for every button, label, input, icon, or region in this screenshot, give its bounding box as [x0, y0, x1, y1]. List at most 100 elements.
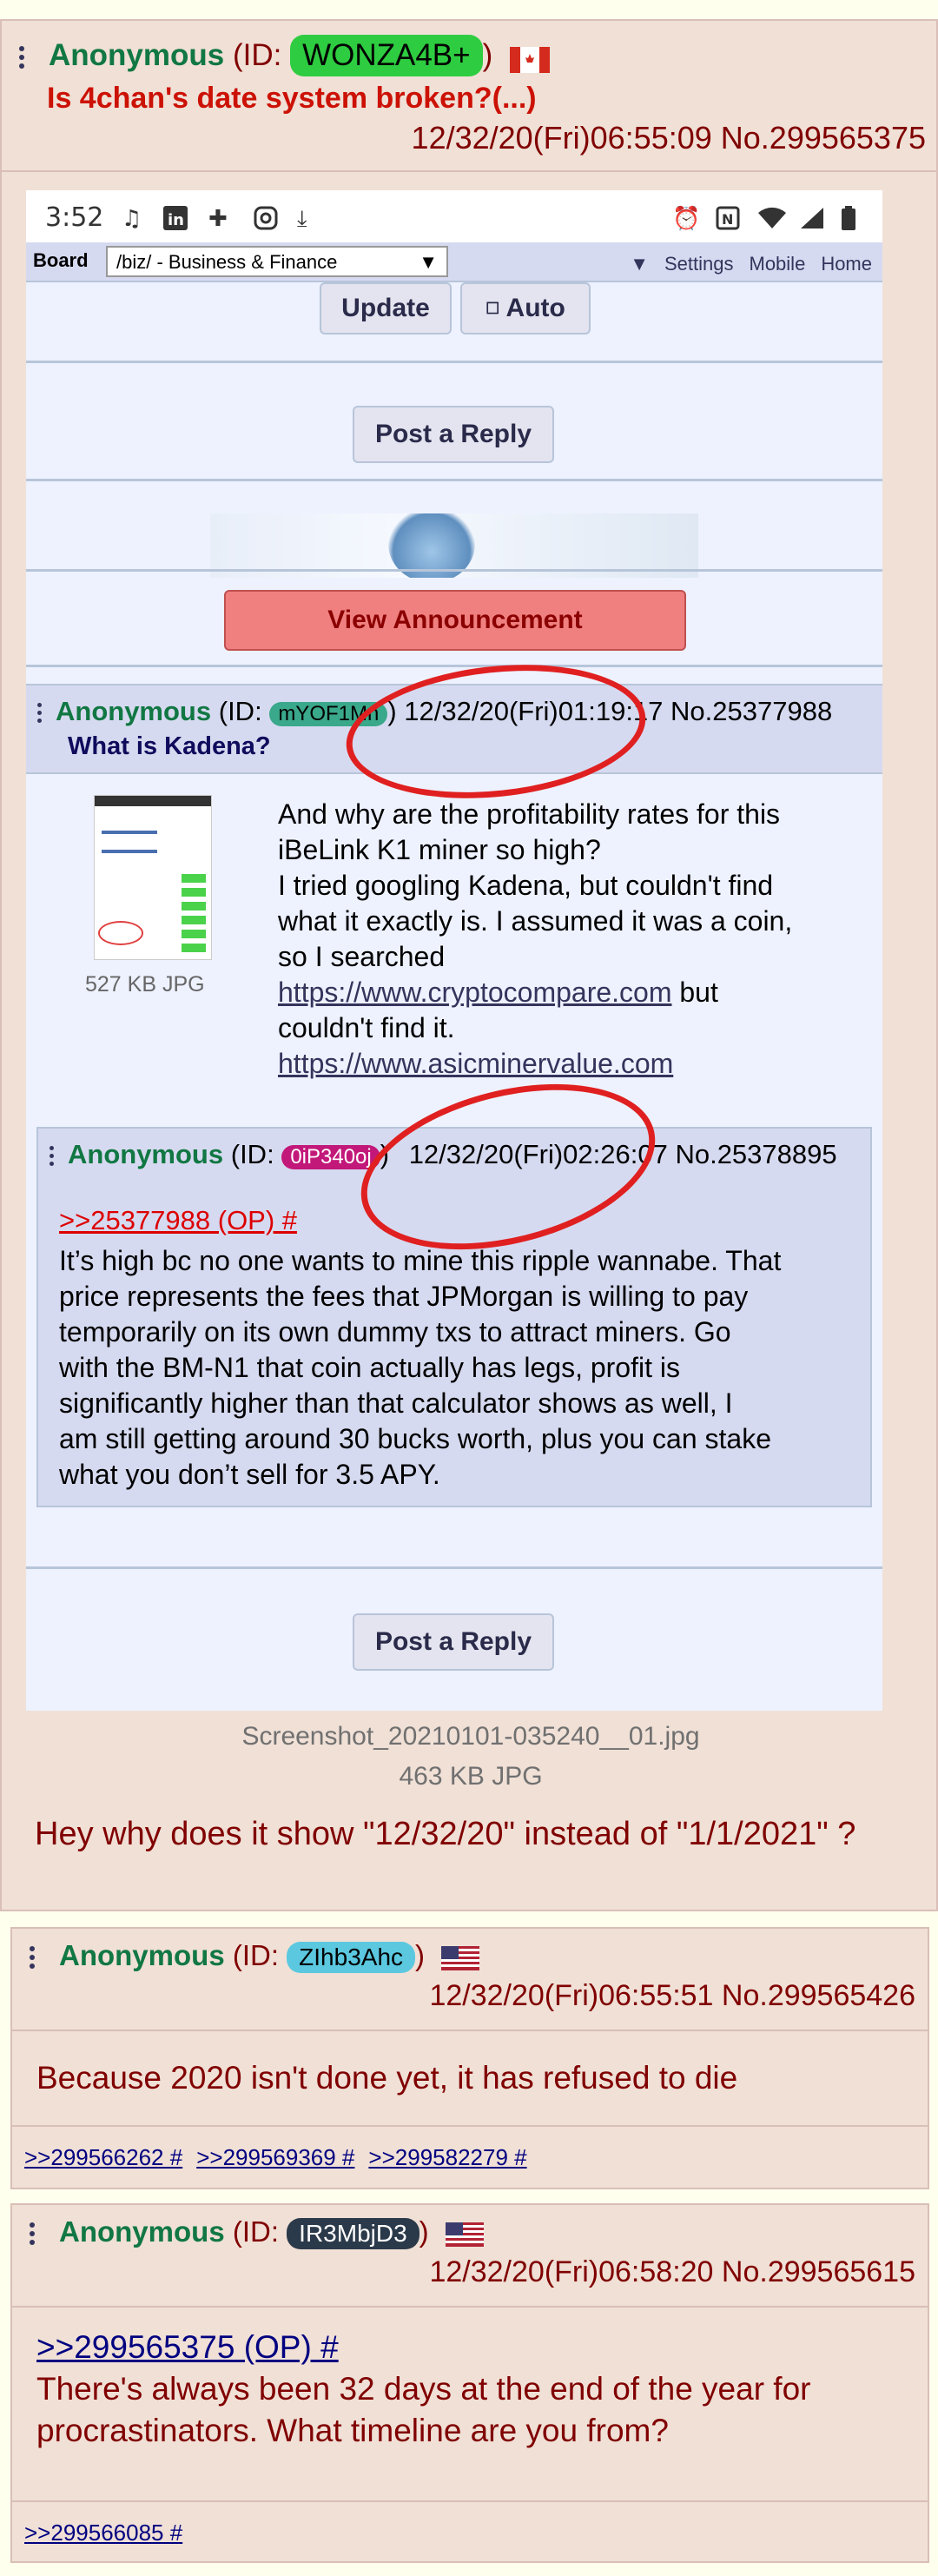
thumb-cell [182, 874, 206, 883]
post-menu-icon[interactable] [17, 43, 26, 72]
post-menu-icon[interactable] [35, 699, 43, 726]
auto-toggle[interactable]: ☐ Auto [460, 282, 591, 334]
backlink[interactable]: >>299582279 # [368, 2144, 526, 2170]
alarm-icon: ⏰ [672, 206, 701, 232]
poster-name: Anonymous [56, 696, 212, 726]
message-line: There's always been 32 days at the end o… [36, 2371, 811, 2407]
divider [2, 170, 936, 172]
message-line: significantly higher than that calculato… [59, 1387, 733, 1419]
thumb-cell [182, 902, 206, 911]
linkedin-icon: in [163, 206, 188, 236]
post-subject: What is Kadena? [68, 732, 271, 760]
file-info: 527 KB JPG [85, 972, 205, 997]
post-header: Anonymous (ID: IR3MbjD3) [28, 2215, 486, 2249]
board-select[interactable]: /biz/ - Business & Finance ▼ [106, 246, 448, 277]
link-asicminervalue[interactable]: https://www.asicminervalue.com [278, 1048, 673, 1079]
quote-link[interactable]: >>299565375 (OP) # [36, 2329, 339, 2365]
attached-screenshot[interactable]: 3:52 ♫ in ✚ ⤓ ⏰ N Board /biz/ - Business… [26, 190, 882, 1711]
backlink[interactable]: >>299566085 # [24, 2520, 182, 2546]
post-reply-button[interactable]: Post a Reply [353, 406, 554, 463]
status-time: 3:52 [45, 202, 104, 233]
message-line: temporarily on its own dummy txs to attr… [59, 1316, 731, 1348]
divider [12, 2306, 928, 2308]
message-line: procrastinators. What timeline are you f… [36, 2413, 669, 2448]
thumb-bar [95, 796, 211, 806]
post-menu-icon[interactable] [47, 1142, 56, 1169]
auto-label: Auto [505, 294, 565, 322]
post-reply-button-bottom[interactable]: Post a Reply [353, 1613, 554, 1671]
poster-id-badge[interactable]: ZIhb3Ahc [287, 1942, 416, 1973]
message-line: I tried googling Kadena, but couldn't fi… [278, 870, 774, 901]
usa-flag-icon [441, 1944, 481, 1971]
poster-id-badge[interactable]: 0iP340oj [281, 1145, 380, 1169]
post-menu-icon[interactable] [28, 2219, 36, 2248]
post-number[interactable]: No.25378895 [675, 1139, 836, 1169]
backlink[interactable]: >>299566262 # [24, 2144, 182, 2170]
post-menu-icon[interactable] [28, 1943, 36, 1972]
thumb-cell [182, 944, 206, 952]
view-announcement-button[interactable]: View Announcement [224, 590, 686, 651]
reply-post: Anonymous (ID: IR3MbjD3) 12/32/20(Fri)06… [10, 2203, 929, 2563]
dropdown-arrow-icon: ▼ [419, 251, 438, 273]
board-banner[interactable] [210, 513, 698, 578]
thumb-cell [182, 930, 206, 938]
wifi-icon [757, 206, 787, 236]
poster-name: Anonymous [49, 38, 225, 72]
link-cryptocompare[interactable]: https://www.cryptocompare.com [278, 977, 671, 1008]
post-datetime: 12/32/20(Fri)06:55:09 [411, 120, 712, 156]
poster-name: Anonymous [68, 1139, 224, 1169]
message-line: what you don’t sell for 3.5 APY. [59, 1459, 440, 1490]
backlink[interactable]: >>299569369 # [196, 2144, 354, 2170]
poster-id-badge[interactable]: IR3MbjD3 [287, 2218, 419, 2249]
file-name[interactable]: Screenshot_20210101-035240__01.jpg [2, 1722, 938, 1752]
backlinks: >>299566262 # >>299569369 # >>299582279 # [24, 2144, 541, 2171]
post-number[interactable]: No.299565375 [721, 120, 926, 156]
post-number[interactable]: No.299565615 [722, 2255, 915, 2288]
id-suffix: ) [419, 2215, 429, 2248]
update-button[interactable]: Update [320, 282, 452, 334]
id-prefix: (ID: [230, 1139, 282, 1169]
post-message: >>299565375 (OP) # There's always been 3… [36, 2327, 811, 2452]
music-icon: ♫ [122, 206, 142, 232]
svg-text:N: N [722, 211, 733, 228]
banner-figure [388, 513, 475, 578]
id-prefix: (ID: [232, 2215, 287, 2248]
op-meta: 12/32/20(Fri)06:55:09 No.299565375 [412, 120, 926, 156]
thumb-row [102, 850, 157, 853]
instagram-icon [254, 206, 278, 236]
nav-settings[interactable]: Settings [664, 253, 734, 275]
thumb-highlight [98, 921, 143, 945]
board-bar: Board /biz/ - Business & Finance ▼ ▼ Setti… [26, 242, 882, 282]
triangle-icon: ▼ [630, 253, 649, 275]
poster-name: Anonymous [59, 2215, 225, 2248]
post-number[interactable]: No.299565426 [722, 1979, 915, 2012]
poster-id-badge[interactable]: WONZA4B+ [290, 35, 483, 76]
quote-link[interactable]: >>25377988 (OP) # [59, 1205, 297, 1236]
battery-icon [841, 206, 856, 236]
message-line: am still getting around 30 bucks worth, … [59, 1423, 771, 1454]
thumb-cell [182, 888, 206, 897]
message-line: It’s high bc no one wants to mine this r… [59, 1245, 782, 1276]
thumb-row [102, 831, 157, 834]
poster-name: Anonymous [59, 1939, 225, 1971]
divider [12, 2125, 928, 2127]
divider [12, 2500, 928, 2502]
divider [26, 569, 882, 572]
post-number[interactable]: No.25377988 [670, 696, 832, 726]
board-label: Board [33, 249, 89, 271]
file-info: 463 KB JPG [399, 1762, 543, 1791]
op-comment: Hey why does it show "12/32/20" instead … [35, 1816, 856, 1852]
message-line: with the BM-N1 that coin actually has le… [59, 1352, 680, 1383]
puzzle-icon: ✚ [208, 206, 228, 232]
message-line: price represents the fees that JPMorgan … [59, 1281, 749, 1312]
id-suffix: ) [482, 38, 493, 72]
signal-icon [799, 206, 825, 236]
op-post: Anonymous (ID: WONZA4B+) Is 4chan's date… [0, 19, 938, 1911]
post-datetime: 12/32/20(Fri)06:58:20 [429, 2255, 714, 2288]
nfc-icon: N [716, 206, 740, 236]
post-thumbnail[interactable] [94, 795, 212, 960]
message-line: And why are the profitability rates for … [278, 798, 781, 830]
nav-home[interactable]: Home [821, 253, 872, 275]
nav-mobile[interactable]: Mobile [750, 253, 806, 275]
id-prefix: (ID: [218, 696, 270, 726]
